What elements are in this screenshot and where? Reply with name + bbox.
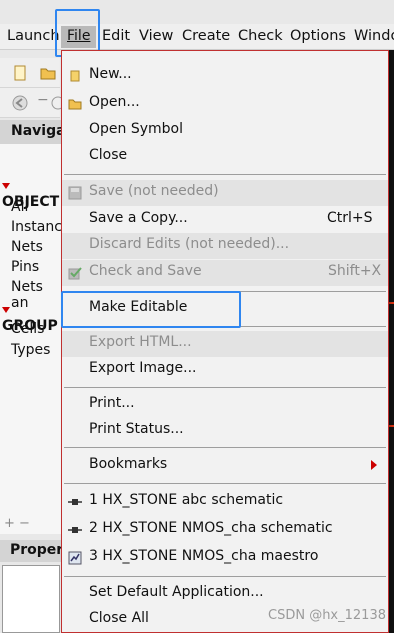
open-folder-icon[interactable] <box>40 65 56 81</box>
menu-item-open-symbol[interactable]: Open Symbol <box>62 118 388 144</box>
watermark: CSDN @hx_12138 <box>268 608 386 623</box>
menu-view[interactable]: View <box>139 28 173 44</box>
menu-item-print[interactable]: Print... <box>62 392 388 418</box>
menu-separator <box>64 576 386 577</box>
menu-item-label: Print... <box>89 395 135 411</box>
menu-item-label: Close <box>89 147 128 163</box>
toolbar-nav: − <box>0 88 65 118</box>
menu-separator <box>64 483 386 484</box>
menu-item-label: Open Symbol <box>89 121 183 137</box>
menu-item-new[interactable]: New... <box>62 63 388 89</box>
nav-item-types[interactable]: Types <box>11 342 50 358</box>
add-remove-controls[interactable]: + − <box>4 516 30 531</box>
menu-item-close[interactable]: Close <box>62 144 388 170</box>
menu-item-open[interactable]: Open... <box>62 91 388 117</box>
menu-separator <box>64 387 386 388</box>
menu-item-label: Check and Save <box>89 263 202 279</box>
menu-item-label: Bookmarks <box>89 456 168 472</box>
schematic-icon <box>68 499 82 505</box>
menu-item-recent-2[interactable]: 2 HX_STONE NMOS_cha schematic <box>62 517 388 543</box>
back-icon[interactable] <box>12 95 28 111</box>
menu-item-export-html: Export HTML... <box>62 331 388 357</box>
properties-panel <box>2 565 60 633</box>
nav-item-pins[interactable]: Pins <box>11 259 39 275</box>
new-file-icon[interactable] <box>12 65 28 81</box>
menu-item-print-status[interactable]: Print Status... <box>62 418 388 444</box>
menu-item-label: 3 HX_STONE NMOS_cha maestro <box>89 548 319 564</box>
menu-item-label: New... <box>89 66 132 82</box>
menu-window[interactable]: Windo <box>354 28 394 44</box>
menu-item-label: Open... <box>89 94 140 110</box>
menu-item-label: Print Status... <box>89 421 184 437</box>
nav-item-all[interactable]: All <box>11 199 28 215</box>
menu-item-recent-3[interactable]: 3 HX_STONE NMOS_cha maestro <box>62 545 388 571</box>
check-save-icon <box>68 267 82 280</box>
new-file-icon <box>70 70 80 82</box>
menu-create[interactable]: Create <box>182 28 230 44</box>
menu-item-label: Set Default Application... <box>89 584 264 600</box>
menu-item-label: 1 HX_STONE abc schematic <box>89 492 284 508</box>
navigator-title: Navigat <box>0 120 72 144</box>
submenu-arrow-icon <box>371 460 377 470</box>
nav-item-nets[interactable]: Nets <box>11 239 43 255</box>
file-menu: New... Open... Open Symbol Close Save (n… <box>61 50 389 633</box>
navigator-panel: OBJECT All Instance Nets Pins Nets an GR… <box>0 144 71 534</box>
menu-item-save-copy[interactable]: Save a Copy... Ctrl+S <box>62 207 388 233</box>
menu-item-save: Save (not needed) <box>62 180 388 206</box>
menu-item-label: Export Image... <box>89 360 197 376</box>
maestro-icon <box>68 551 82 565</box>
shortcut-label: Ctrl+S <box>327 210 373 226</box>
open-folder-icon <box>68 99 82 110</box>
menu-item-label: Close All <box>89 610 149 626</box>
menu-item-recent-1[interactable]: 1 HX_STONE abc schematic <box>62 489 388 515</box>
save-icon <box>68 186 82 200</box>
properties-title: Proper <box>0 540 63 562</box>
toolbar-main <box>0 58 60 88</box>
menu-check[interactable]: Check <box>238 28 283 44</box>
zoom-out-icon[interactable]: − <box>37 92 49 108</box>
menu-separator <box>64 174 386 175</box>
menu-launch[interactable]: Launch <box>7 28 60 44</box>
expand-triangle-icon[interactable] <box>2 183 10 189</box>
menu-item-export-image[interactable]: Export Image... <box>62 357 388 383</box>
menu-item-set-default-application[interactable]: Set Default Application... <box>62 581 388 607</box>
menu-item-label: 2 HX_STONE NMOS_cha schematic <box>89 520 333 536</box>
menu-item-label: Save a Copy... <box>89 210 188 226</box>
menu-item-check-save: Check and Save Shift+X <box>62 260 388 286</box>
expand-triangle-icon[interactable] <box>2 307 10 313</box>
menu-options[interactable]: Options <box>290 28 346 44</box>
nav-item-cells[interactable]: Cells <box>11 321 44 337</box>
make-editable-highlight <box>61 291 241 328</box>
menu-item-discard-edits: Discard Edits (not needed)... <box>62 233 388 259</box>
shortcut-label: Shift+X <box>328 263 382 279</box>
menu-item-label: Discard Edits (not needed)... <box>89 236 290 252</box>
menu-item-bookmarks[interactable]: Bookmarks <box>62 453 388 479</box>
menu-separator <box>64 447 386 448</box>
menu-item-label: Save (not needed) <box>89 183 219 199</box>
schematic-icon <box>68 527 82 533</box>
menu-edit[interactable]: Edit <box>102 28 130 44</box>
menu-item-label: Export HTML... <box>89 334 192 350</box>
